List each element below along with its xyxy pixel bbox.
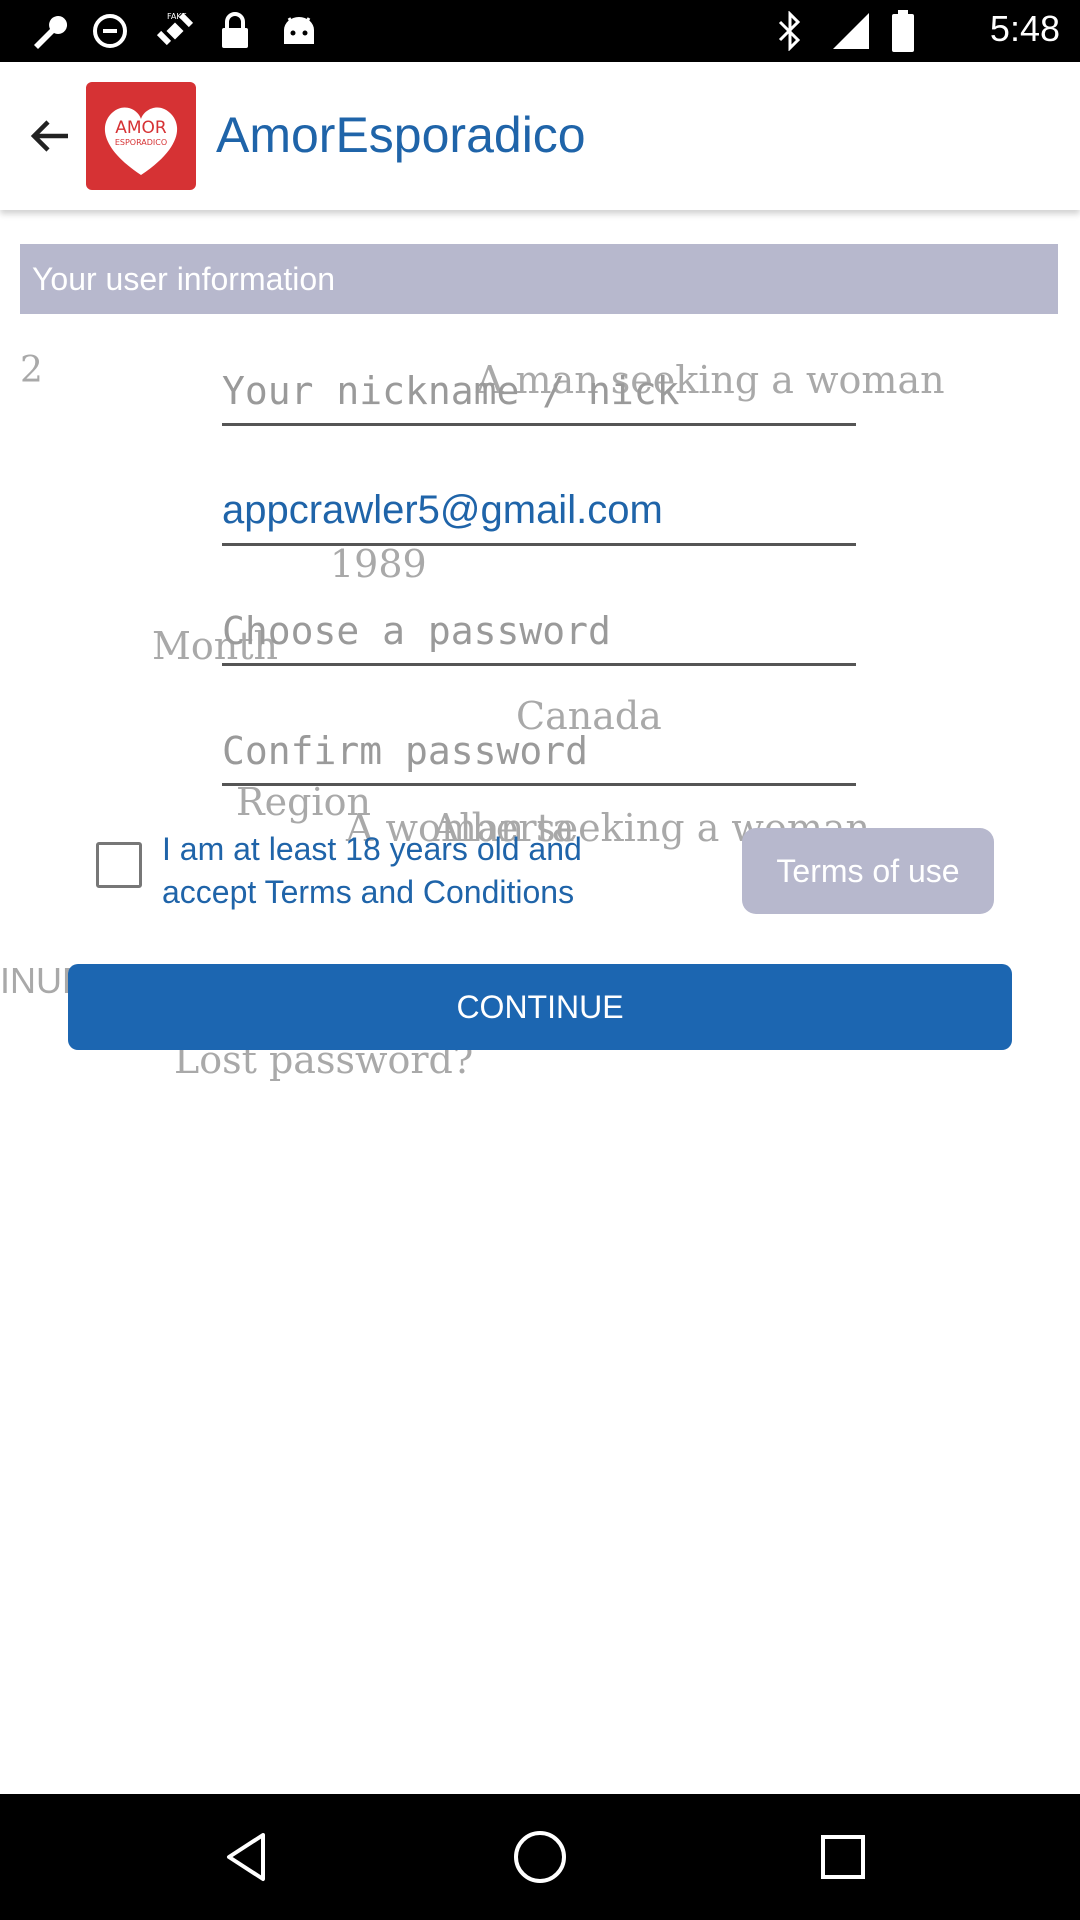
terms-label-line2: accept Terms and Conditions	[162, 874, 575, 910]
android-icon	[278, 10, 320, 52]
email-field[interactable]: appcrawler5@gmail.com	[222, 488, 856, 546]
continue-button[interactable]: CONTINUE	[68, 964, 1012, 1050]
fake-gps-icon: FAKE	[150, 10, 200, 52]
app-logo: AMOR ESPORADICO	[86, 82, 196, 190]
ghost-number: 2	[20, 350, 43, 391]
wrench-icon	[24, 10, 72, 52]
recents-nav-icon[interactable]	[808, 1822, 878, 1892]
section-header: Your user information	[20, 244, 1058, 314]
logo-text-bottom: ESPORADICO	[115, 138, 167, 147]
confirm-password-placeholder: Confirm password	[222, 729, 589, 773]
nickname-field[interactable]: Your nickname / nick	[222, 368, 856, 426]
logo-text-top: AMOR	[115, 118, 167, 138]
battery-icon	[888, 10, 918, 52]
password-field[interactable]: Choose a password	[222, 608, 856, 666]
nickname-placeholder: Your nickname / nick	[222, 369, 680, 413]
app-title: AmorEsporadico	[216, 107, 586, 163]
navigation-bar	[0, 1794, 1080, 1920]
password-placeholder: Choose a password	[222, 609, 611, 653]
svg-text:FAKE: FAKE	[167, 12, 187, 21]
clock-time: 5:48	[989, 8, 1060, 49]
back-nav-icon[interactable]	[212, 1822, 282, 1892]
confirm-password-field[interactable]: Confirm password	[222, 728, 856, 786]
ghost-year: 1989	[330, 542, 427, 586]
signal-icon	[826, 10, 876, 52]
email-value: appcrawler5@gmail.com	[222, 488, 663, 532]
bluetooth-icon	[772, 10, 808, 52]
terms-of-use-button[interactable]: Terms of use	[742, 828, 994, 914]
terms-checkbox-label[interactable]: I am at least 18 years old and accept Te…	[162, 828, 582, 914]
home-nav-icon[interactable]	[505, 1822, 575, 1892]
app-bar: AMOR ESPORADICO AmorEsporadico	[0, 62, 1080, 210]
blocked-icon	[86, 10, 134, 52]
lock-icon	[214, 10, 256, 52]
status-bar: FAKE 5:48	[0, 0, 1080, 62]
terms-label-line1: I am at least 18 years old and	[162, 831, 582, 867]
terms-checkbox[interactable]	[96, 842, 142, 888]
back-arrow-icon[interactable]	[18, 104, 82, 168]
